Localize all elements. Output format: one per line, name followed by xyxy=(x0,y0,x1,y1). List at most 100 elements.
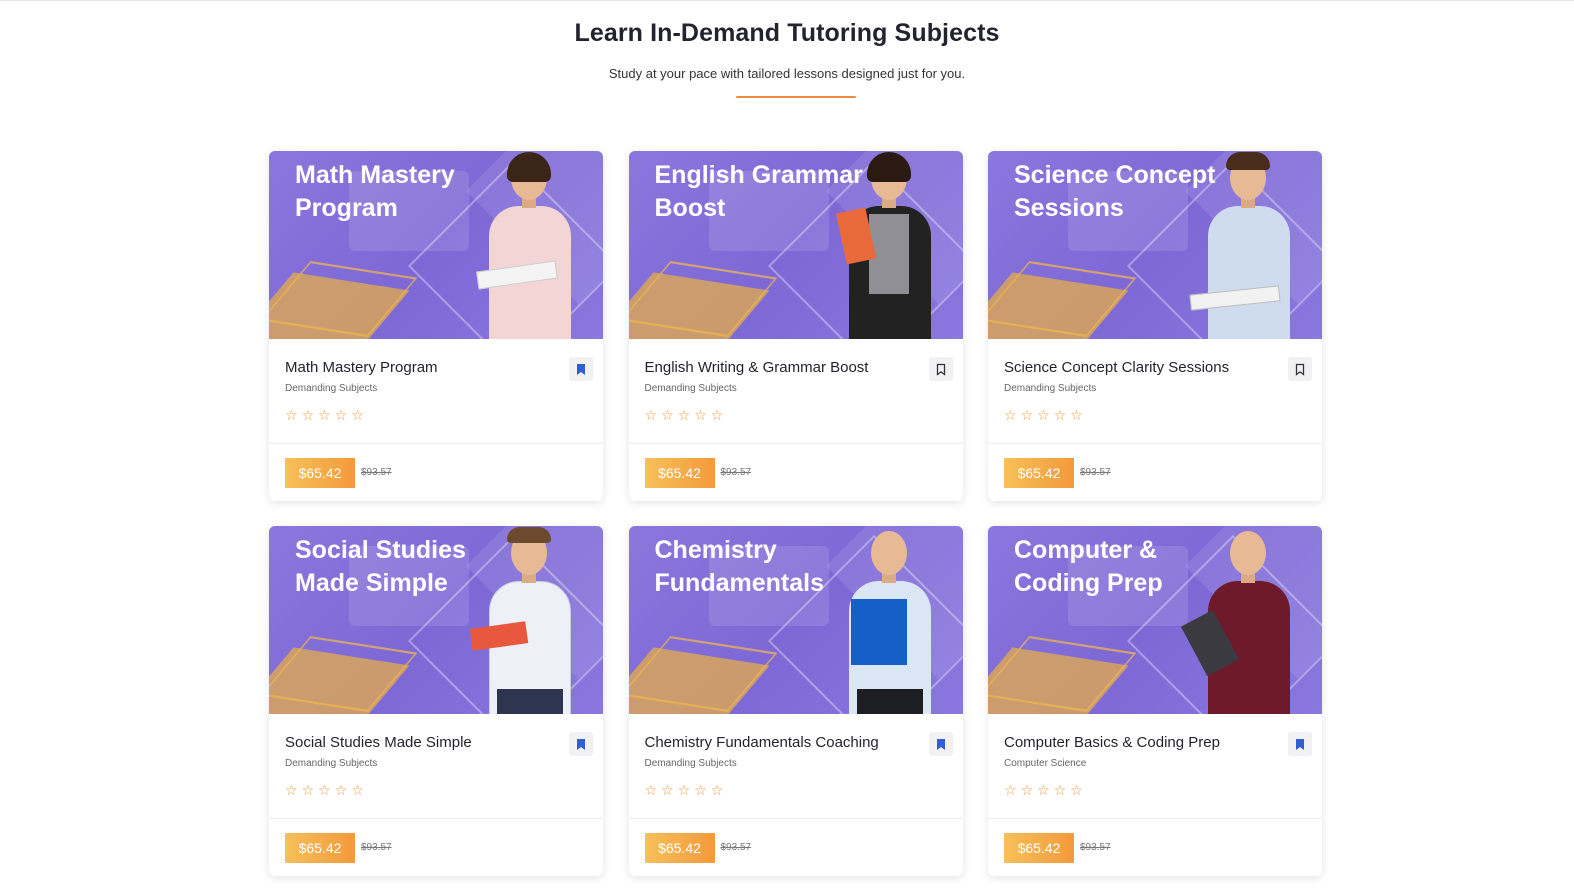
star-icon: ☆ xyxy=(661,782,674,798)
course-banner[interactable]: Math Mastery Program xyxy=(269,151,603,339)
star-icon: ☆ xyxy=(318,407,331,423)
course-card[interactable]: Computer & Coding Prep Computer Basics &… xyxy=(988,526,1322,876)
star-icon: ☆ xyxy=(1070,407,1083,423)
star-icon: ☆ xyxy=(710,407,724,423)
star-icon: ☆ xyxy=(1037,782,1050,798)
price-badge: $65.42 xyxy=(285,832,355,863)
price-row: $65.42 $93.57 xyxy=(988,819,1322,876)
banner-title: Chemistry Fundamentals xyxy=(654,536,824,597)
star-icon: ☆ xyxy=(318,782,331,798)
banner-title: Computer & Coding Prep xyxy=(1014,536,1163,597)
section-title: Learn In-Demand Tutoring Subjects xyxy=(574,19,1000,47)
tutor-photo xyxy=(1180,527,1304,714)
old-price: $93.57 xyxy=(720,467,752,478)
star-icon: ☆ xyxy=(1004,407,1017,423)
top-divider xyxy=(0,0,1574,1)
banner-title: Math Mastery Program xyxy=(295,161,455,222)
course-banner[interactable]: Computer & Coding Prep xyxy=(988,526,1322,714)
old-price: $93.57 xyxy=(361,842,392,853)
course-category: Demanding Subjects xyxy=(285,758,378,769)
course-banner[interactable]: Social Studies Made Simple xyxy=(269,526,603,714)
star-icon: ☆ xyxy=(1053,782,1067,798)
price-row: $65.42 $93.57 xyxy=(629,819,963,876)
price-row: $65.42 $93.57 xyxy=(269,444,603,501)
bookmark-icon xyxy=(936,363,945,376)
course-grid: Math Mastery Program Math Mastery Progra… xyxy=(269,151,1322,876)
course-banner[interactable]: English Grammar Boost xyxy=(628,151,963,339)
course-card[interactable]: Social Studies Made Simple Social Studie… xyxy=(269,526,603,876)
course-category: Demanding Subjects xyxy=(644,383,737,394)
rating-stars: ☆ ☆ ☆ ☆ ☆ xyxy=(645,783,947,797)
bookmark-button[interactable] xyxy=(569,732,593,756)
course-banner[interactable]: Science Concept Sessions xyxy=(988,151,1322,339)
rating-stars: ☆ ☆ ☆ ☆ ☆ xyxy=(1004,408,1306,422)
old-price: $93.57 xyxy=(720,842,752,853)
price-row: $65.42 $93.57 xyxy=(269,819,603,876)
star-icon: ☆ xyxy=(694,782,707,798)
star-icon: ☆ xyxy=(301,782,315,798)
course-category: Demanding Subjects xyxy=(1004,383,1097,394)
star-icon: ☆ xyxy=(677,782,691,798)
bookmark-button[interactable] xyxy=(1288,732,1312,756)
bookmark-button[interactable] xyxy=(928,357,953,381)
course-name[interactable]: Computer Basics & Coding Prep xyxy=(1004,734,1306,751)
course-card[interactable]: English Grammar Boost English Writing & … xyxy=(628,151,963,501)
section-subtitle: Study at your pace with tailored lessons… xyxy=(608,66,966,81)
star-icon: ☆ xyxy=(301,407,315,423)
price-badge: $65.42 xyxy=(644,457,715,488)
course-banner[interactable]: Chemistry Fundamentals xyxy=(628,526,963,714)
bookmark-button[interactable] xyxy=(1288,357,1312,381)
star-icon: ☆ xyxy=(334,407,348,423)
star-icon: ☆ xyxy=(334,782,348,798)
rating-stars: ☆ ☆ ☆ ☆ ☆ xyxy=(645,408,947,422)
star-icon: ☆ xyxy=(1020,782,1034,798)
rating-stars: ☆ ☆ ☆ ☆ ☆ xyxy=(285,783,587,797)
course-name[interactable]: English Writing & Grammar Boost xyxy=(645,359,947,376)
rating-stars: ☆ ☆ ☆ ☆ ☆ xyxy=(285,408,587,422)
course-name[interactable]: Science Concept Clarity Sessions xyxy=(1004,359,1306,376)
star-icon: ☆ xyxy=(694,407,707,423)
price-badge: $65.42 xyxy=(644,832,715,863)
bookmark-icon xyxy=(1295,363,1305,376)
price-badge: $65.42 xyxy=(1004,832,1074,863)
banner-title: Social Studies Made Simple xyxy=(295,536,466,597)
course-card[interactable]: Math Mastery Program Math Mastery Progra… xyxy=(269,151,603,501)
course-name[interactable]: Social Studies Made Simple xyxy=(285,734,587,751)
old-price: $93.57 xyxy=(361,467,392,478)
bookmark-button[interactable] xyxy=(928,732,953,756)
star-icon: ☆ xyxy=(644,782,658,798)
course-category: Demanding Subjects xyxy=(644,758,737,769)
star-icon: ☆ xyxy=(1004,782,1017,798)
star-icon: ☆ xyxy=(1070,782,1083,798)
course-card[interactable]: Chemistry Fundamentals Chemistry Fundame… xyxy=(628,526,963,876)
course-category: Computer Science xyxy=(1004,758,1087,769)
star-icon: ☆ xyxy=(677,407,691,423)
title-underline xyxy=(736,96,856,98)
price-row: $65.42 $93.57 xyxy=(988,444,1322,501)
price-badge: $65.42 xyxy=(1004,457,1074,488)
bookmark-button[interactable] xyxy=(569,357,593,381)
old-price: $93.57 xyxy=(1080,467,1111,478)
star-icon: ☆ xyxy=(1020,407,1034,423)
bookmark-icon xyxy=(577,738,585,750)
star-icon: ☆ xyxy=(1037,407,1050,423)
old-price: $93.57 xyxy=(1080,842,1111,853)
bookmark-icon xyxy=(1296,738,1304,750)
rating-stars: ☆ ☆ ☆ ☆ ☆ xyxy=(1004,783,1306,797)
star-icon: ☆ xyxy=(285,782,298,798)
star-icon: ☆ xyxy=(661,407,674,423)
price-row: $65.42 $93.57 xyxy=(629,444,963,501)
star-icon: ☆ xyxy=(351,782,364,798)
star-icon: ☆ xyxy=(285,407,298,423)
bookmark-icon xyxy=(936,738,945,750)
star-icon: ☆ xyxy=(351,407,364,423)
course-name[interactable]: Math Mastery Program xyxy=(285,359,587,376)
tutor-photo xyxy=(469,527,585,714)
course-name[interactable]: Chemistry Fundamentals Coaching xyxy=(645,734,947,751)
star-icon: ☆ xyxy=(710,782,724,798)
tutor-photo xyxy=(1189,152,1304,339)
tutor-photo xyxy=(835,152,945,339)
course-card[interactable]: Science Concept Sessions Science Concept… xyxy=(988,151,1322,501)
banner-title: English Grammar Boost xyxy=(654,161,863,222)
star-icon: ☆ xyxy=(644,407,658,423)
